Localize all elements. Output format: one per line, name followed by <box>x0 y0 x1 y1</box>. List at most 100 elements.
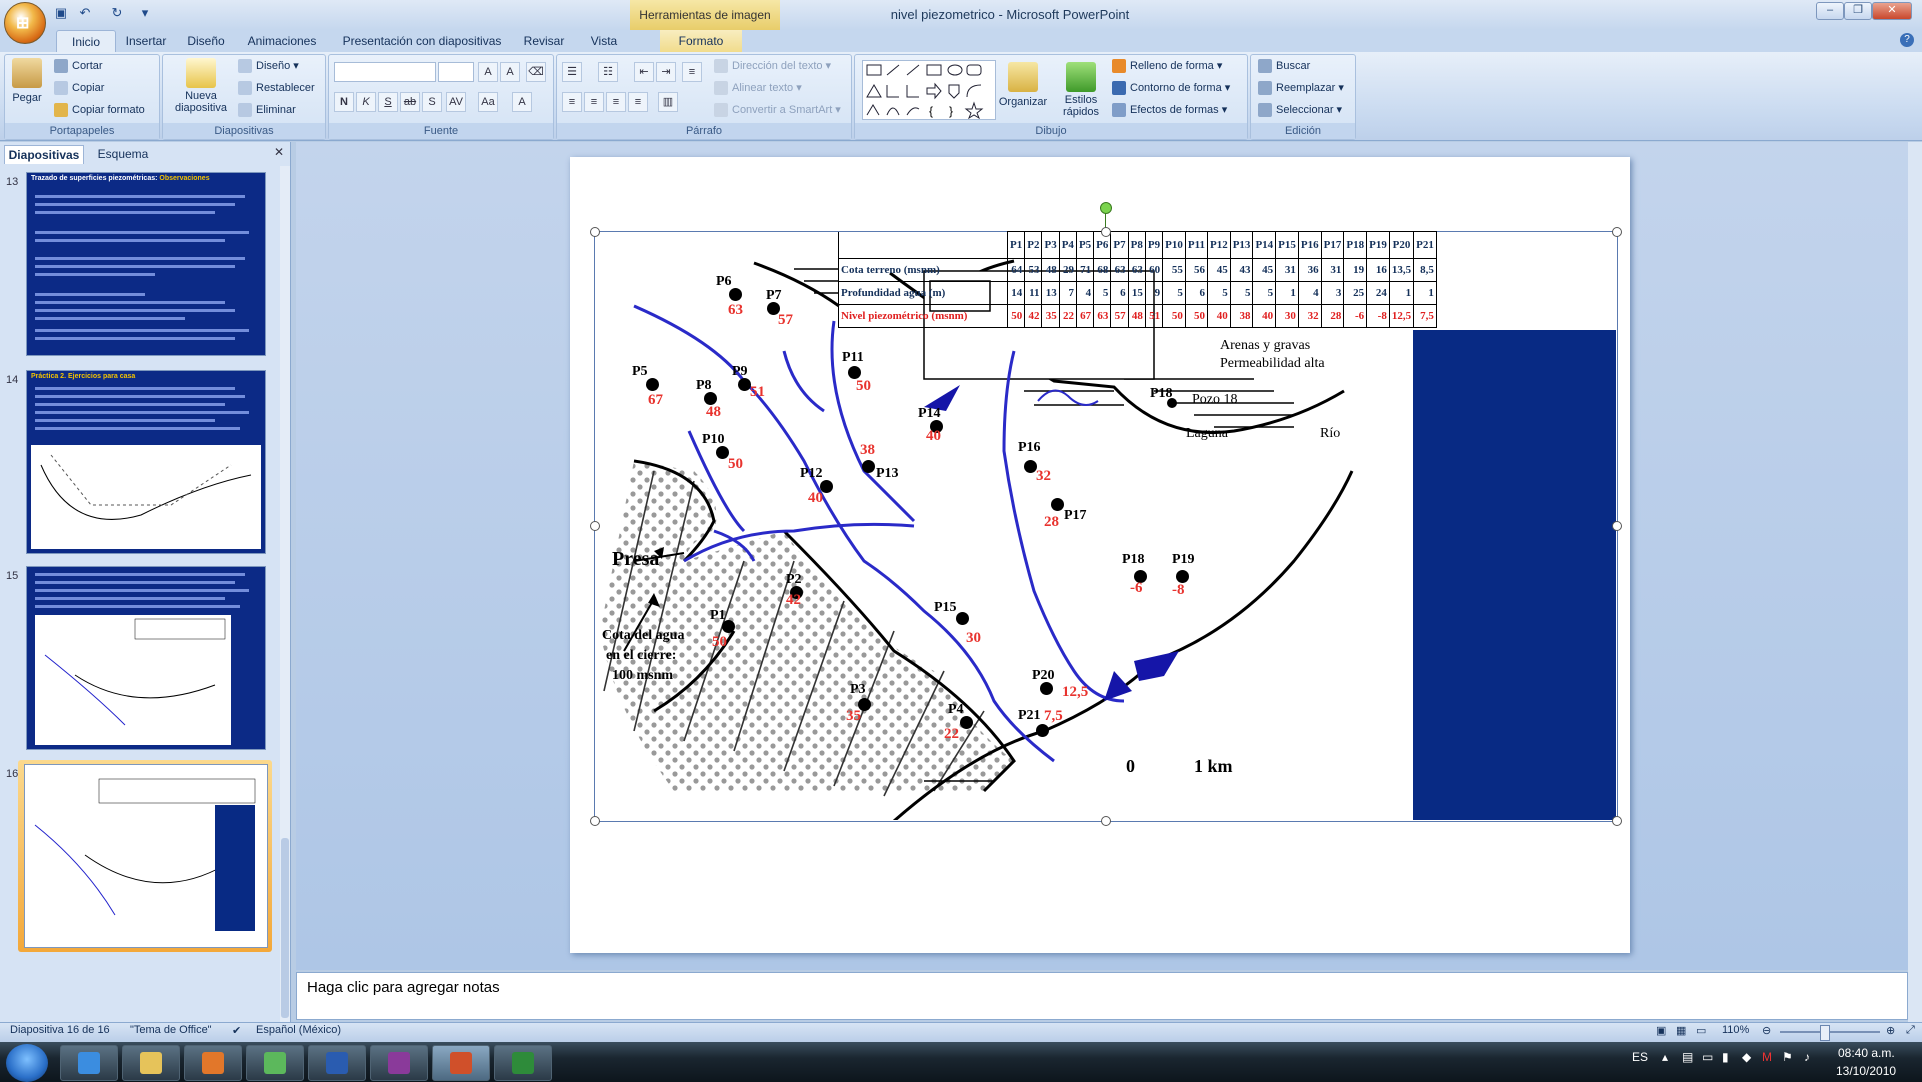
rotation-handle[interactable] <box>1100 202 1112 214</box>
replace-button[interactable]: Reemplazar ▾ <box>1258 81 1344 96</box>
shape-effects-button[interactable]: Efectos de formas ▾ <box>1112 103 1227 118</box>
case-button[interactable]: Aa <box>478 92 498 112</box>
taskbar-winrar[interactable] <box>370 1045 428 1081</box>
taskbar-explorer[interactable] <box>122 1045 180 1081</box>
tab-vista[interactable]: Vista <box>584 30 624 52</box>
tray-battery-icon[interactable]: ▮ <box>1722 1050 1729 1064</box>
numbering-button[interactable]: ☷ <box>598 62 618 82</box>
arrange-button[interactable]: Organizar <box>998 62 1048 108</box>
font-size-combo[interactable] <box>438 62 474 82</box>
maximize-button[interactable]: ❐ <box>1844 2 1872 20</box>
tab-presentacion[interactable]: Presentación con diapositivas <box>340 30 504 52</box>
spacing-button[interactable]: AV <box>446 92 466 112</box>
tray-monitor-icon[interactable]: ▭ <box>1702 1050 1713 1064</box>
tray-volume-icon[interactable]: ♪ <box>1804 1050 1810 1064</box>
taskbar-ie[interactable] <box>60 1045 118 1081</box>
slide-thumbnail-16[interactable] <box>24 764 268 948</box>
reset-button[interactable]: Restablecer <box>238 81 315 95</box>
tray-language[interactable]: ES <box>1632 1050 1648 1064</box>
smartart-button[interactable]: Convertir a SmartArt ▾ <box>714 103 841 118</box>
new-slide-button[interactable]: Nueva diapositiva <box>166 58 236 114</box>
shapes-gallery[interactable]: { } <box>862 60 996 120</box>
shrink-font-button[interactable]: A <box>500 62 520 82</box>
resize-handle-se[interactable] <box>1612 816 1622 826</box>
canvas-scrollbar[interactable] <box>1908 142 1922 1022</box>
tab-insertar[interactable]: Insertar <box>116 30 176 52</box>
tray-network-icon[interactable]: ▤ <box>1682 1050 1693 1064</box>
tray-mcafee-icon[interactable]: M <box>1762 1050 1772 1064</box>
font-name-combo[interactable] <box>334 62 436 82</box>
zoom-in-icon[interactable]: ⊕ <box>1886 1024 1895 1037</box>
slide-thumbnail-15[interactable] <box>26 566 266 750</box>
align-text-button[interactable]: Alinear texto ▾ <box>714 81 802 96</box>
save-icon[interactable]: ▣ <box>52 5 70 23</box>
slide-thumbnail-13[interactable]: Trazado de superficies piezométricas: Ob… <box>26 172 266 356</box>
tab-inicio[interactable]: Inicio <box>56 30 116 53</box>
tab-diseno[interactable]: Diseño <box>180 30 232 52</box>
tab-outline[interactable]: Esquema <box>88 145 158 163</box>
copy-button[interactable]: Copiar <box>54 81 104 95</box>
tray-time[interactable]: 08:40 a.m. <box>1838 1046 1895 1060</box>
clear-format-button[interactable]: ⌫ <box>526 62 546 82</box>
select-button[interactable]: Seleccionar ▾ <box>1258 103 1342 118</box>
font-color-button[interactable]: A <box>512 92 532 112</box>
panel-close-icon[interactable]: ✕ <box>274 145 284 159</box>
tray-antivirus-icon[interactable]: ◆ <box>1742 1050 1751 1064</box>
slide-thumbnail-14[interactable]: Práctica 2. Ejercicios para casa <box>26 370 266 554</box>
spellcheck-icon[interactable]: ✔ <box>232 1024 241 1037</box>
resize-handle-s[interactable] <box>1101 816 1111 826</box>
text-direction-button[interactable]: Dirección del texto ▾ <box>714 59 831 74</box>
increase-indent-button[interactable]: ⇥ <box>656 62 676 82</box>
undo-icon[interactable]: ↶ <box>76 5 94 23</box>
underline-button[interactable]: S <box>378 92 398 112</box>
cut-button[interactable]: Cortar <box>54 59 103 73</box>
taskbar-powerpoint[interactable] <box>432 1045 490 1081</box>
align-left-button[interactable]: ≡ <box>562 92 582 112</box>
strike-button[interactable]: ab <box>400 92 420 112</box>
quick-access-dropdown-icon[interactable]: ▾ <box>136 5 154 23</box>
format-painter-button[interactable]: Copiar formato <box>54 103 145 117</box>
fit-window-icon[interactable]: ⤢ <box>1906 1024 1915 1037</box>
sorter-view-icon[interactable]: ▦ <box>1676 1024 1686 1037</box>
shape-fill-button[interactable]: Relleno de forma ▾ <box>1112 59 1222 74</box>
columns-button[interactable]: ▥ <box>658 92 678 112</box>
taskbar-messenger[interactable] <box>246 1045 304 1081</box>
line-spacing-button[interactable]: ≡ <box>682 62 702 82</box>
close-button[interactable]: ✕ <box>1872 2 1912 20</box>
minimize-button[interactable]: – <box>1816 2 1844 20</box>
status-theme[interactable]: "Tema de Office" <box>130 1024 212 1036</box>
decrease-indent-button[interactable]: ⇤ <box>634 62 654 82</box>
slideshow-view-icon[interactable]: ▭ <box>1696 1024 1706 1037</box>
help-icon[interactable]: ? <box>1900 33 1914 47</box>
tray-show-hidden-icon[interactable]: ▴ <box>1662 1050 1668 1064</box>
tray-flag-icon[interactable]: ⚑ <box>1782 1050 1793 1064</box>
delete-slide-button[interactable]: Eliminar <box>238 103 296 117</box>
zoom-slider[interactable] <box>1780 1031 1880 1033</box>
bold-button[interactable]: N <box>334 92 354 112</box>
notes-placeholder[interactable]: Haga clic para agregar notas <box>307 979 500 996</box>
taskbar-word[interactable] <box>308 1045 366 1081</box>
zoom-level[interactable]: 110% <box>1722 1024 1749 1036</box>
normal-view-icon[interactable]: ▣ <box>1656 1024 1666 1037</box>
align-right-button[interactable]: ≡ <box>606 92 626 112</box>
justify-button[interactable]: ≡ <box>628 92 648 112</box>
tab-animaciones[interactable]: Animaciones <box>244 30 320 52</box>
resize-handle-sw[interactable] <box>590 816 600 826</box>
bullets-button[interactable]: ☰ <box>562 62 582 82</box>
italic-button[interactable]: K <box>356 92 376 112</box>
paste-button[interactable]: Pegar <box>12 58 42 104</box>
resize-handle-ne[interactable] <box>1612 227 1622 237</box>
notes-pane[interactable] <box>296 972 1908 1020</box>
tab-formato[interactable]: Formato <box>660 30 742 52</box>
zoom-slider-knob[interactable] <box>1820 1025 1830 1041</box>
resize-handle-w[interactable] <box>590 521 600 531</box>
shape-outline-button[interactable]: Contorno de forma ▾ <box>1112 81 1230 96</box>
resize-handle-nw[interactable] <box>590 227 600 237</box>
taskbar-excel[interactable] <box>494 1045 552 1081</box>
tab-slides[interactable]: Diapositivas <box>4 145 84 164</box>
resize-handle-n[interactable] <box>1101 227 1111 237</box>
tray-date[interactable]: 13/10/2010 <box>1836 1064 1896 1078</box>
start-button[interactable] <box>6 1044 48 1082</box>
find-button[interactable]: Buscar <box>1258 59 1310 73</box>
resize-handle-e[interactable] <box>1612 521 1622 531</box>
